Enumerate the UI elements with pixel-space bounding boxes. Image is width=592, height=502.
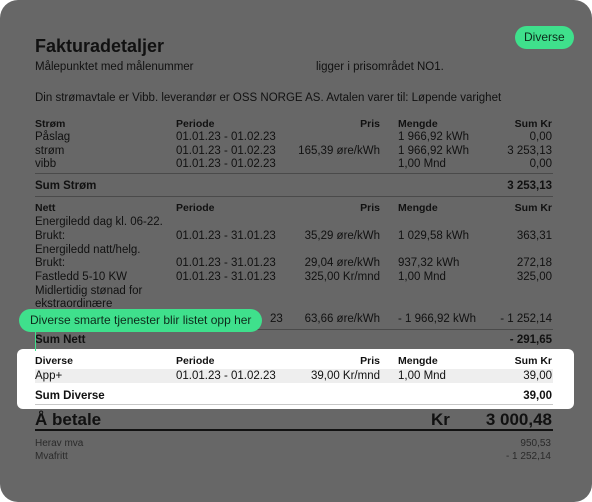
diverse-header-qty: Mengde [398,355,438,367]
row-name: vibb [35,158,57,170]
row-name: Brukt: [35,230,66,242]
row-period: 01.01.23 - 01.02.23 [176,158,276,170]
invoice-document: Fakturadetaljer Målepunktet med målenumm… [0,0,592,502]
strom-header-sum: Sum Kr [514,118,552,130]
nett-total-label: Sum Nett [35,334,86,346]
strom-header-period: Periode [176,118,215,130]
row-sum: 0,00 [529,131,552,143]
row-sum: 272,18 [516,257,552,269]
vat-value: 950,53 [520,438,551,449]
divider [35,404,553,405]
vat-free-label: Mvafritt [35,451,68,462]
nett-line-label: Energiledd dag kl. 06-22. [35,216,163,228]
row-price: 63,66 øre/kWh [304,313,380,325]
nett-total: - 291,65 [509,334,552,346]
row-qty: 1 966,92 kWh [398,145,469,157]
row-qty: 1 966,92 kWh [398,131,469,143]
strom-total: 3 253,13 [507,180,552,192]
vat-label: Herav mva [35,438,84,449]
row-sum: 39,00 [523,370,552,382]
pay-label: Å betale [35,410,102,429]
invoice-overlay-backdrop: Fakturadetaljer Målepunktet med målenumm… [0,0,592,502]
row-qty: 1,00 Mnd [398,271,446,283]
divider [35,196,553,197]
diverse-total-label: Sum Diverse [35,390,105,402]
row-sum: 0,00 [529,158,552,170]
nett-header-price: Pris [360,202,380,214]
row-qty: 937,32 kWh [398,257,460,269]
row-period: 01.01.23 - 31.01.23 [176,271,276,283]
row-price: 29,04 øre/kWh [304,257,380,269]
diverse-badge[interactable]: Diverse [515,26,574,49]
pay-currency: Kr [431,410,450,429]
strom-header-price: Pris [360,118,380,130]
row-qty: 1 029,58 kWh [398,230,469,242]
row-name: Påslag [35,131,71,143]
nett-header-qty: Mengde [398,202,438,214]
row-sum: 325,00 [516,271,552,283]
row-period: 01.01.23 - 01.02.23 [176,145,276,157]
row-period: 01.01.23 - 01.02.23 [176,370,276,382]
strom-total-label: Sum Strøm [35,180,97,192]
nett-line-label: Energiledd natt/helg. [35,244,141,256]
contract-text: Din strømavtale er Vibb. leverandør er O… [35,92,502,104]
row-period: 01.01.23 - 31.01.23 [176,257,276,269]
divider [35,429,553,431]
pay-amount: 3 000,48 [485,410,552,429]
diverse-tooltip: Diverse smarte tjenester blir listet opp… [19,309,263,332]
nett-line-label: Midlertidig stønad for [35,285,143,297]
diverse-total: 39,00 [523,390,552,402]
strom-header-name: Strøm [35,118,66,130]
diverse-header-period: Periode [176,355,215,367]
meter-label: Målepunktet med målenummer [35,61,194,73]
row-qty: - 1 966,92 kWh [398,313,476,325]
row-sum: 3 253,13 [507,145,552,157]
nett-header-name: Nett [35,202,56,214]
divider [35,173,553,174]
price-area-label: ligger i prisområdet NO1. [316,61,444,73]
row-price: 39,00 Kr/mnd [310,370,380,382]
row-qty: 1,00 Mnd [398,370,446,382]
strom-header-qty: Mengde [398,118,438,130]
row-name: strøm [35,145,65,157]
nett-header-period: Periode [176,202,215,214]
row-name: App+ [35,370,63,382]
diverse-header-price: Pris [360,355,380,367]
diverse-header-sum: Sum Kr [514,355,552,367]
page-title: Fakturadetaljer [35,36,165,56]
row-sum: 363,31 [516,230,552,242]
row-sum: - 1 252,14 [500,313,552,325]
row-price: 35,29 øre/kWh [304,230,380,242]
row-qty: 1,00 Mnd [398,158,446,170]
row-name: Fastledd 5-10 KW [35,271,128,283]
row-period: 01.01.23 - 31.01.23 [176,230,276,242]
tooltip-connector [35,331,36,351]
diverse-header-name: Diverse [35,355,73,367]
vat-free-value: - 1 252,14 [505,451,551,462]
row-price: 165,39 øre/kWh [298,145,380,157]
row-price: 325,00 Kr/mnd [304,271,380,283]
row-period: 01.01.23 - 01.02.23 [176,131,276,143]
row-name: Brukt: [35,257,66,269]
nett-header-sum: Sum Kr [514,202,552,214]
